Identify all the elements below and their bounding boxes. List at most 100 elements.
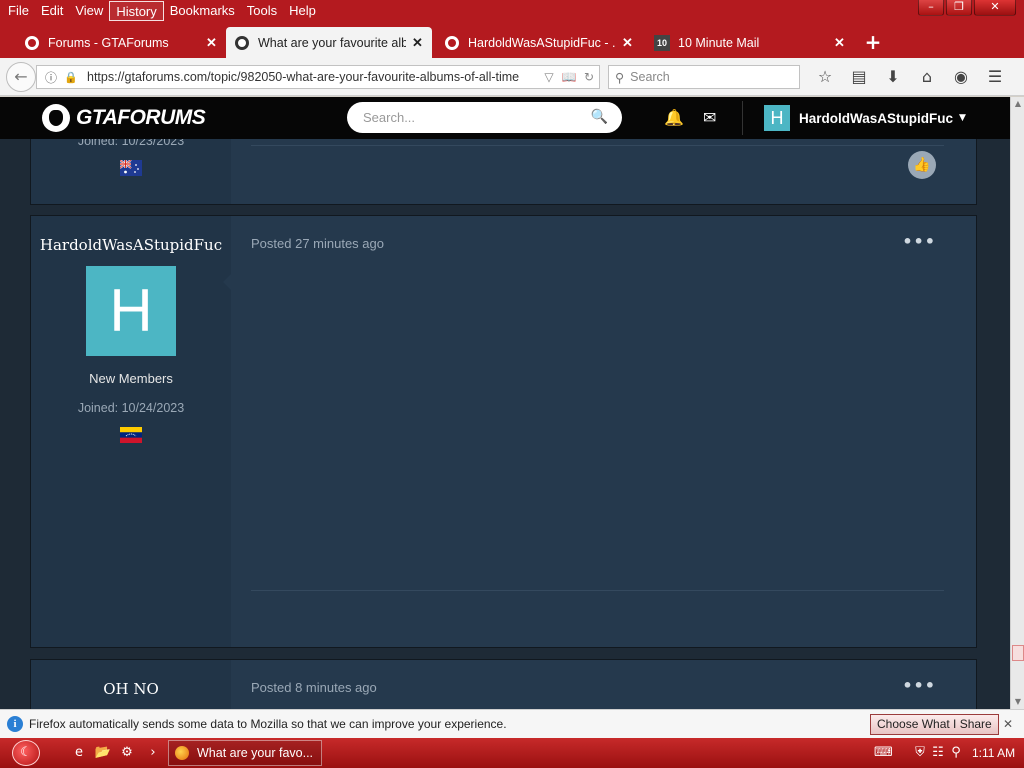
author-name[interactable]: OH NO <box>31 680 231 698</box>
tab-title: Forums - GTAForums <box>48 35 169 50</box>
post-author-panel: HardoldWasAStupidFuc H New Members Joine… <box>31 216 231 647</box>
site-search-placeholder: Search... <box>363 110 416 125</box>
menu-bar: File Edit View History Bookmarks Tools H… <box>0 0 322 22</box>
menu-view[interactable]: View <box>69 1 109 21</box>
menu-history[interactable]: History <box>109 1 164 21</box>
pocket-icon[interactable]: ◉ <box>944 64 978 90</box>
post-author-panel: Joined: 10/23/2023 <box>31 139 231 204</box>
gtaforums-favicon-icon <box>235 35 249 50</box>
post-divider <box>251 590 944 591</box>
gtaforums-logo-icon <box>42 104 70 132</box>
more-options-icon[interactable]: ••• <box>902 676 936 695</box>
scroll-down-arrow-icon[interactable]: ▼ <box>1011 695 1024 709</box>
site-header: GTAFORUMS Search... 🔍 🔔 ✉ H HardoldWasAS… <box>0 97 1010 139</box>
keyboard-icon[interactable]: ⌨ <box>874 745 893 760</box>
close-tab-icon[interactable]: ✕ <box>622 35 634 51</box>
bookmark-star-icon[interactable]: ☆ <box>808 64 842 90</box>
close-tab-icon[interactable]: ✕ <box>412 35 424 51</box>
system-clock[interactable]: 1:11 AM <box>972 746 1015 760</box>
chevron-right-icon[interactable]: › <box>144 744 162 762</box>
back-arrow-icon[interactable]: ← <box>6 62 36 92</box>
author-name[interactable]: HardoldWasAStupidFuc <box>31 236 231 254</box>
more-options-icon[interactable]: ••• <box>902 232 936 251</box>
url-text[interactable]: https://gtaforums.com/topic/982050-what-… <box>87 70 539 84</box>
post-timestamp[interactable]: Posted 8 minutes ago <box>251 680 377 695</box>
post-next: OH NO Posted 8 minutes ago ••• <box>30 659 977 709</box>
post-author-panel: OH NO <box>31 660 231 709</box>
info-icon: i <box>7 716 23 732</box>
security-shield-icon[interactable]: ⛨ <box>912 745 928 760</box>
user-menu[interactable]: H HardoldWasAStupidFuc ▼ <box>764 105 966 131</box>
browser-search-input[interactable]: ⚲ Search <box>608 65 800 89</box>
tab-user-profile[interactable]: HardoldWasAStupidFuc - ... ✕ <box>436 27 642 58</box>
search-icon: ⚲ <box>615 70 625 85</box>
lock-icon[interactable]: 🔒 <box>63 71 79 84</box>
menu-file[interactable]: File <box>2 1 35 21</box>
tab-title: What are your favourite alb... <box>258 35 406 50</box>
search-tray-icon[interactable]: ⚲ <box>948 745 964 760</box>
site-info-icon[interactable]: ⓘ <box>43 69 59 86</box>
like-thumbs-up-icon[interactable]: 👍 <box>908 151 936 179</box>
tab-forums[interactable]: Forums - GTAForums ✕ <box>16 27 226 58</box>
tab-albums-thread[interactable]: What are your favourite alb... ✕ <box>226 27 432 58</box>
close-notification-icon[interactable]: ✕ <box>1003 717 1013 731</box>
scroll-up-arrow-icon[interactable]: ▲ <box>1011 97 1024 111</box>
menu-help[interactable]: Help <box>283 1 322 21</box>
download-icon[interactable]: ⬇ <box>876 64 910 90</box>
site-search-input[interactable]: Search... 🔍 <box>347 102 622 133</box>
notifications-bell-icon[interactable]: 🔔 <box>664 108 684 127</box>
new-tab-icon[interactable]: + <box>860 29 886 55</box>
browser-titlebar: File Edit View History Bookmarks Tools H… <box>0 0 1024 62</box>
menu-tools[interactable]: Tools <box>241 1 283 21</box>
hamburger-menu-icon[interactable]: ☰ <box>978 64 1012 90</box>
settings-tool-icon[interactable]: ⚙ <box>118 744 136 762</box>
notification-message: Firefox automatically sends some data to… <box>29 717 507 731</box>
post-pointer <box>223 274 231 290</box>
australia-flag-icon <box>120 160 142 176</box>
close-window-button[interactable]: ✕ <box>974 0 1016 16</box>
user-name[interactable]: HardoldWasAStupidFuc <box>799 111 953 126</box>
reader-view-icon[interactable]: 📖 <box>559 70 579 84</box>
scroll-thumb[interactable] <box>1012 645 1024 661</box>
minimize-button[interactable]: – <box>918 0 944 16</box>
logo-text: GTAFORUMS <box>76 106 206 129</box>
author-joined: Joined: 10/24/2023 <box>77 401 185 415</box>
tab-10-minute-mail[interactable]: 10 10 Minute Mail ✕ <box>646 27 854 58</box>
firefox-icon <box>175 746 189 760</box>
post-body: Posted 8 minutes ago ••• <box>231 660 976 709</box>
user-avatar[interactable]: H <box>764 105 790 131</box>
gtaforums-favicon-icon <box>445 35 459 50</box>
url-bar[interactable]: ⓘ 🔒 https://gtaforums.com/topic/982050-w… <box>36 65 600 89</box>
site-logo[interactable]: GTAFORUMS <box>42 103 206 133</box>
dropdown-arrow-icon[interactable]: ▽ <box>539 70 559 84</box>
close-tab-icon[interactable]: ✕ <box>834 35 846 51</box>
author-joined: Joined: 10/23/2023 <box>77 139 185 148</box>
menu-edit[interactable]: Edit <box>35 1 69 21</box>
tab-title: 10 Minute Mail <box>678 35 760 50</box>
choose-what-i-share-button[interactable]: Choose What I Share <box>870 714 999 735</box>
reload-icon[interactable]: ↻ <box>579 70 599 84</box>
venezuela-flag-icon <box>120 427 142 443</box>
search-icon[interactable]: 🔍 <box>591 108 608 125</box>
vertical-scrollbar[interactable]: ▲ ▼ <box>1010 97 1024 709</box>
internet-explorer-icon[interactable]: e <box>70 744 88 762</box>
post-body: 👍 <box>231 139 976 204</box>
bookmarks-list-icon[interactable]: ▤ <box>842 64 876 90</box>
start-button[interactable]: ☾ <box>12 740 40 766</box>
home-icon[interactable]: ⌂ <box>910 64 944 90</box>
post-timestamp[interactable]: Posted 27 minutes ago <box>251 236 384 251</box>
author-avatar[interactable]: H <box>86 266 176 356</box>
taskbar-firefox-window[interactable]: What are your favo... <box>168 740 322 766</box>
post-body: Posted 27 minutes ago ••• <box>223 216 976 647</box>
file-explorer-icon[interactable]: 📂 <box>94 744 112 762</box>
taskbar-window-title: What are your favo... <box>197 746 314 760</box>
close-tab-icon[interactable]: ✕ <box>206 35 218 51</box>
data-sharing-notification: i Firefox automatically sends some data … <box>0 709 1024 738</box>
menu-bookmarks[interactable]: Bookmarks <box>164 1 241 21</box>
search-placeholder: Search <box>630 70 670 84</box>
post-divider <box>251 145 944 146</box>
network-icon[interactable]: ☷ <box>930 745 946 760</box>
caret-down-icon[interactable]: ▼ <box>959 113 966 123</box>
messages-envelope-icon[interactable]: ✉ <box>703 108 716 127</box>
maximize-button[interactable]: ❐ <box>946 0 972 16</box>
